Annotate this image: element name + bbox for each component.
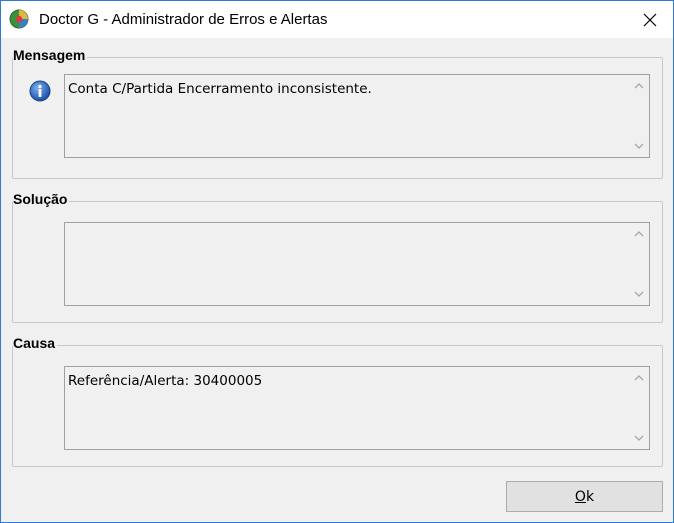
close-button[interactable] <box>627 1 673 38</box>
causa-label: Causa <box>13 335 58 351</box>
solucao-group: Solução <box>12 191 663 323</box>
mensagem-label: Mensagem <box>13 47 88 63</box>
mensagem-memo[interactable]: Conta C/Partida Encerramento inconsisten… <box>64 74 650 158</box>
mensagem-text: Conta C/Partida Encerramento inconsisten… <box>68 81 372 97</box>
mensagem-scrollbar[interactable] <box>629 75 649 157</box>
chevron-up-icon <box>634 83 644 89</box>
window-title: Doctor G - Administrador de Erros e Aler… <box>39 11 328 28</box>
scroll-up-button[interactable] <box>629 77 649 95</box>
chevron-down-icon <box>634 291 644 297</box>
info-icon <box>29 80 51 102</box>
causa-text: Referência/Alerta: 30400005 <box>68 373 263 389</box>
solucao-memo[interactable] <box>64 222 650 306</box>
solucao-label: Solução <box>13 191 70 207</box>
title-bar[interactable]: Doctor G - Administrador de Erros e Aler… <box>1 1 673 38</box>
scroll-up-button[interactable] <box>629 225 649 243</box>
causa-scrollbar[interactable] <box>629 367 649 449</box>
scroll-down-button[interactable] <box>629 137 649 155</box>
causa-group: Causa Referência/Alerta: 30400005 <box>12 335 663 467</box>
chevron-down-icon <box>634 435 644 441</box>
chevron-up-icon <box>634 375 644 381</box>
scroll-down-button[interactable] <box>629 429 649 447</box>
ok-button[interactable]: Ok <box>506 481 663 512</box>
solucao-scrollbar[interactable] <box>629 223 649 305</box>
close-icon <box>643 13 657 26</box>
ok-mnemonic: O <box>574 488 586 505</box>
causa-memo[interactable]: Referência/Alerta: 30400005 <box>64 366 650 450</box>
dialog-window: Doctor G - Administrador de Erros e Aler… <box>0 0 674 523</box>
ok-label-rest: k <box>585 488 595 505</box>
scroll-down-button[interactable] <box>629 285 649 303</box>
doctor-g-app-icon <box>9 9 29 29</box>
mensagem-group: Mensagem Conta C/Partida Encerramento in… <box>12 47 663 179</box>
chevron-down-icon <box>634 143 644 149</box>
chevron-up-icon <box>634 231 644 237</box>
scroll-up-button[interactable] <box>629 369 649 387</box>
